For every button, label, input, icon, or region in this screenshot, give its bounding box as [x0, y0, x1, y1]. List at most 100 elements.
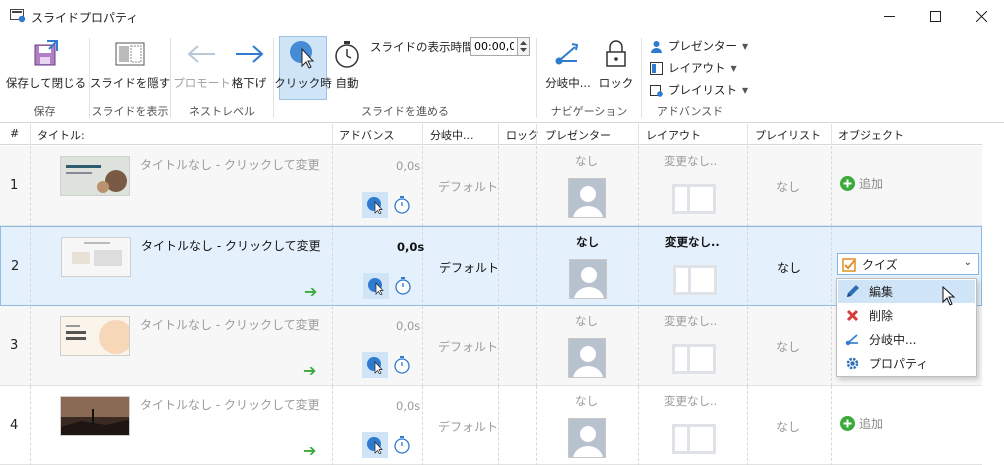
- time-spinner[interactable]: [518, 37, 530, 56]
- presenter-value[interactable]: なし: [575, 313, 598, 329]
- branch-label: 分岐中...: [545, 76, 591, 90]
- header-layout[interactable]: レイアウト: [646, 127, 701, 143]
- slide-thumbnail[interactable]: [60, 316, 130, 356]
- branch-icon: [845, 334, 858, 346]
- add-object-button[interactable]: 追加: [840, 415, 883, 432]
- branch-value[interactable]: デフォルト: [438, 178, 498, 195]
- slide-thumbnail[interactable]: [60, 156, 130, 196]
- slide-title[interactable]: タイトルなし - クリックして変更: [140, 316, 320, 333]
- menu-item-edit[interactable]: 編集: [838, 280, 975, 306]
- branch-value[interactable]: デフォルト: [438, 338, 498, 355]
- playlist-value[interactable]: なし: [777, 259, 801, 276]
- stopwatch-icon[interactable]: [393, 195, 411, 215]
- object-dropdown[interactable]: クイズ ⌄: [837, 253, 979, 275]
- presenter-avatar[interactable]: [568, 178, 606, 218]
- slide-title[interactable]: タイトルなし - クリックして変更: [140, 156, 320, 173]
- auto-label: 自動: [335, 76, 359, 90]
- slide-thumbnail[interactable]: [60, 396, 130, 436]
- menu-item-branch[interactable]: 分岐中...: [838, 328, 975, 351]
- table-row-selected[interactable]: 2 タイトルなし - クリックして変更 ➔ 0,0s デフォルト なし 変更なし…: [0, 226, 982, 307]
- hide-slide-icon: [115, 42, 145, 66]
- hide-slide-button[interactable]: スライドを隠す: [90, 37, 170, 91]
- layout-value[interactable]: 変更なし..: [665, 234, 720, 250]
- layout-preview-icon[interactable]: [672, 424, 716, 454]
- header-objects[interactable]: オブジェクト: [838, 127, 904, 143]
- advance-time: 0,0s: [397, 240, 425, 254]
- header-lock[interactable]: ロック: [506, 127, 539, 143]
- maximize-button[interactable]: [912, 0, 958, 33]
- branch-button[interactable]: 分岐中...: [543, 37, 593, 91]
- on-click-button[interactable]: クリック時: [274, 36, 332, 100]
- arrow-right-icon: ➔: [303, 441, 317, 460]
- presenter-value[interactable]: なし: [575, 153, 598, 169]
- presenter-avatar[interactable]: [568, 418, 606, 458]
- lock-icon: [606, 40, 626, 67]
- save-group: 保存して閉じる 保存: [0, 33, 89, 123]
- layout-preview-icon[interactable]: [672, 344, 716, 374]
- demote-button[interactable]: 格下げ: [229, 37, 269, 91]
- menu-item-delete[interactable]: 削除: [838, 304, 975, 327]
- advance-click-toggle[interactable]: [362, 352, 388, 378]
- presenter-avatar[interactable]: [569, 259, 607, 299]
- auto-button[interactable]: 自動: [331, 37, 363, 91]
- presenter-dropdown[interactable]: プレゼンター ▼: [650, 38, 748, 54]
- slide-thumbnail[interactable]: [61, 237, 131, 277]
- stopwatch-icon[interactable]: [393, 435, 411, 455]
- playlist-dropdown[interactable]: プレイリスト ▼: [650, 82, 748, 98]
- header-branch[interactable]: 分岐中...: [430, 127, 474, 143]
- advance-click-toggle[interactable]: [363, 273, 389, 299]
- add-circle-icon: [840, 416, 855, 431]
- layout-preview-icon[interactable]: [672, 184, 716, 214]
- advance-time: 0,0s: [396, 399, 421, 413]
- presenter-label: プレゼンター: [668, 39, 737, 53]
- promote-button[interactable]: プロモート: [173, 37, 231, 91]
- layout-dropdown[interactable]: レイアウト ▼: [650, 60, 737, 76]
- object-context-menu: 編集 削除 分岐中... プロパティ: [836, 278, 977, 377]
- chevron-down-icon: ⌄: [963, 257, 972, 268]
- table-row[interactable]: 1 タイトルなし - クリックして変更 0,0s デフォルト なし 変更なし..…: [0, 146, 982, 226]
- advance-click-toggle[interactable]: [362, 432, 388, 458]
- ribbon: 保存して閉じる 保存 スライドを隠す スライドを表示 プロモート 格下げ ネスト…: [0, 33, 1004, 123]
- chevron-down-icon: ▼: [742, 85, 749, 95]
- table-row[interactable]: 4 タイトルなし - クリックして変更 ➔ 0,0s デフォルト なし 変更なし…: [0, 386, 982, 465]
- minimize-button[interactable]: [866, 0, 912, 33]
- advance-time: 0,0s: [396, 159, 421, 173]
- header-advance[interactable]: アドバンス: [339, 127, 394, 143]
- close-icon: [975, 11, 987, 22]
- avatar-icon: [569, 339, 605, 377]
- layout-preview-icon[interactable]: [673, 265, 717, 295]
- close-button[interactable]: [958, 0, 1004, 33]
- lock-button[interactable]: ロック: [599, 37, 633, 91]
- add-object-label: 追加: [859, 417, 884, 431]
- table-row[interactable]: 3 タイトルなし - クリックして変更 ➔ 0,0s デフォルト なし 変更なし…: [0, 306, 982, 386]
- menu-item-label: プロパティ: [869, 357, 929, 371]
- row-number: 3: [10, 338, 19, 353]
- stopwatch-icon[interactable]: [393, 355, 411, 375]
- presenter-value[interactable]: なし: [575, 393, 598, 409]
- header-presenter[interactable]: プレゼンター: [545, 127, 611, 143]
- layout-value[interactable]: 変更なし..: [664, 393, 717, 409]
- advance-group-label: スライドを進める: [361, 105, 449, 118]
- layout-value[interactable]: 変更なし..: [664, 153, 717, 169]
- menu-item-properties[interactable]: プロパティ: [838, 352, 975, 375]
- playlist-value[interactable]: なし: [776, 338, 800, 355]
- branch-value[interactable]: デフォルト: [438, 418, 498, 435]
- stopwatch-icon[interactable]: [394, 276, 412, 296]
- menu-item-label: 分岐中...: [869, 333, 917, 347]
- playlist-value[interactable]: なし: [776, 178, 800, 195]
- presenter-avatar[interactable]: [568, 338, 606, 378]
- slide-title[interactable]: タイトルなし - クリックして変更: [140, 396, 320, 413]
- playlist-value[interactable]: なし: [776, 418, 800, 435]
- header-title[interactable]: タイトル:: [37, 127, 85, 143]
- nest-level-group: プロモート 格下げ ネストレベル: [171, 33, 273, 123]
- add-object-button[interactable]: 追加: [840, 175, 883, 192]
- header-playlist[interactable]: プレイリスト: [755, 127, 821, 143]
- save-close-button[interactable]: 保存して閉じる: [6, 37, 86, 91]
- advance-group: クリック時 自動 スライドの表示時間: スライドを進める: [274, 33, 536, 123]
- slide-title[interactable]: タイトルなし - クリックして変更: [141, 237, 321, 254]
- presenter-value[interactable]: なし: [576, 234, 599, 250]
- advance-click-toggle[interactable]: [362, 192, 388, 218]
- slide-time-input[interactable]: [470, 37, 518, 56]
- layout-value[interactable]: 変更なし..: [664, 313, 717, 329]
- branch-value[interactable]: デフォルト: [439, 259, 499, 276]
